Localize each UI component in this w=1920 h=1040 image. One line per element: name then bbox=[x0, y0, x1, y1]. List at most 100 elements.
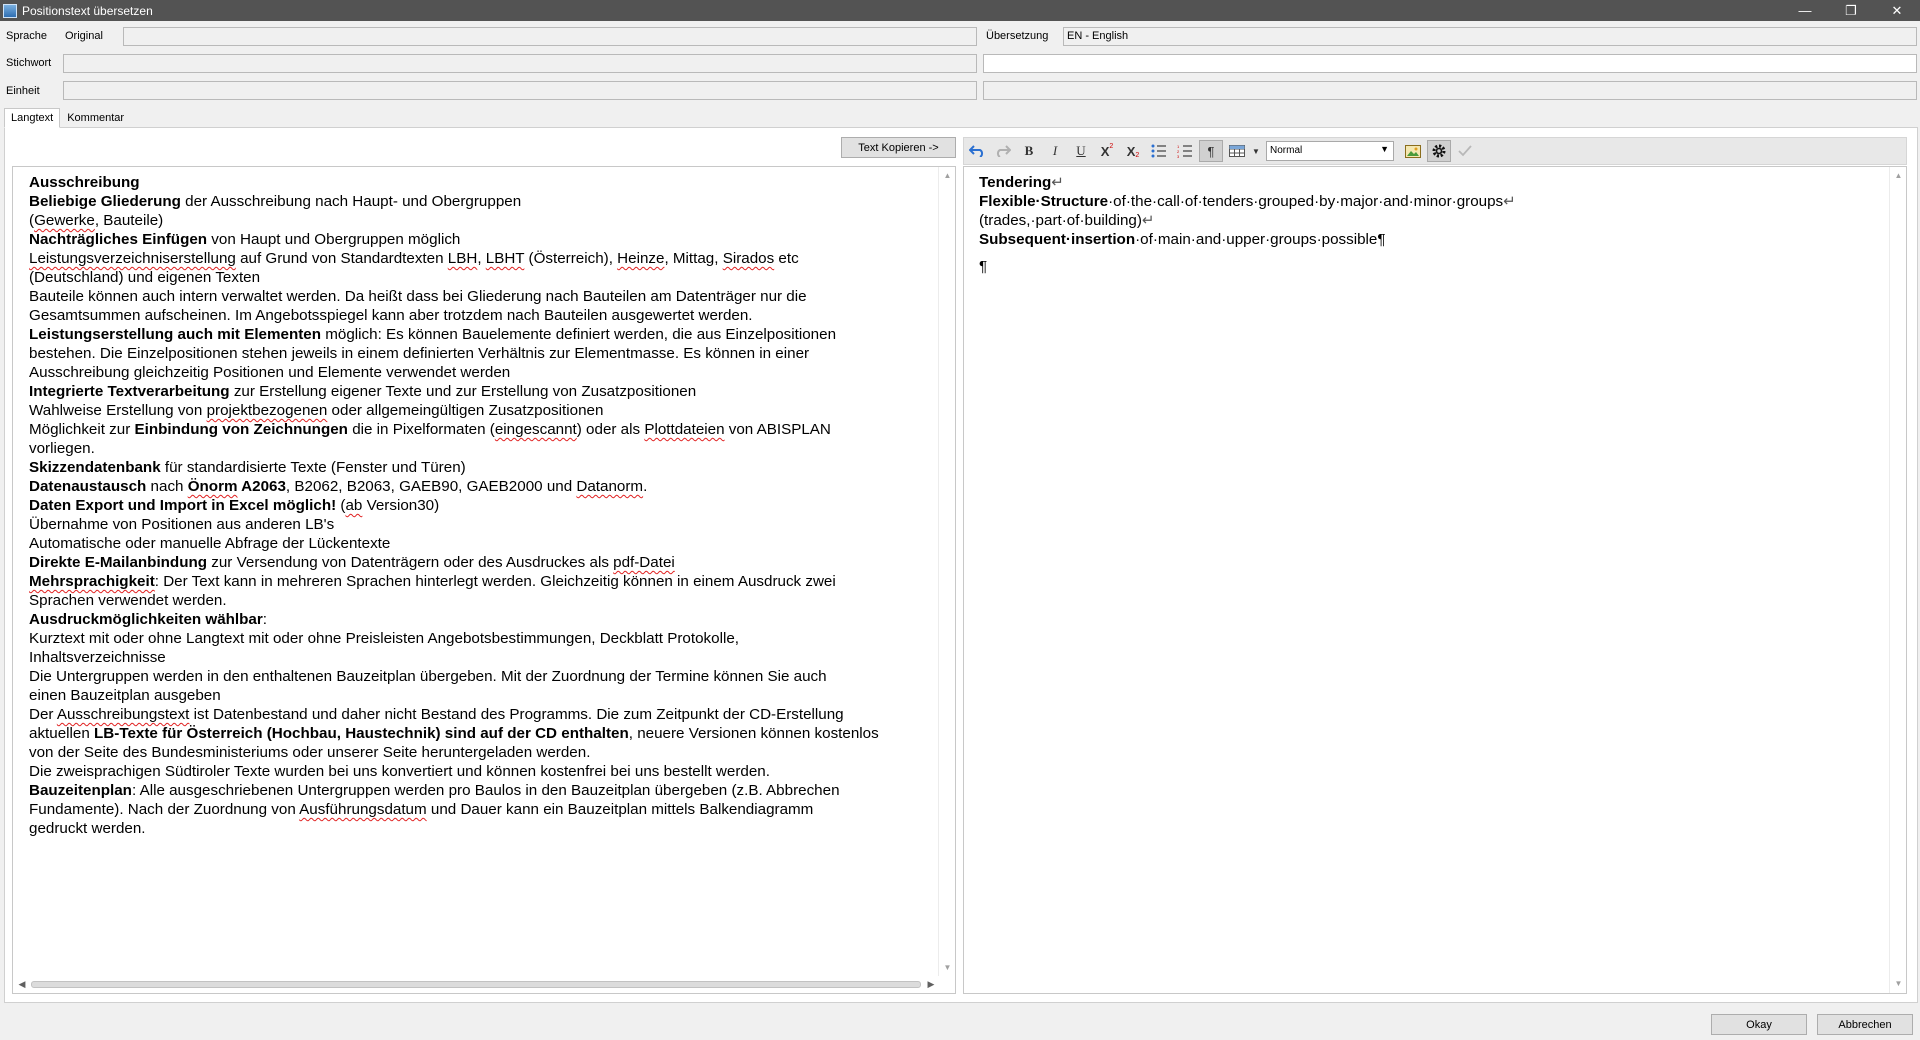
translation-vertical-scrollbar[interactable]: ▲ ▼ bbox=[1889, 167, 1906, 993]
text-run: der Ausschreibung nach Haupt- und Obergr… bbox=[180, 193, 522, 210]
text-run: zur Erstellung eigener Texte und zur Ers… bbox=[229, 383, 697, 400]
paragraph-style-value: Normal bbox=[1270, 145, 1303, 156]
text-line: Übernahme von Positionen aus anderen LB'… bbox=[29, 516, 335, 533]
bold-icon[interactable]: B bbox=[1017, 140, 1041, 162]
scroll-left-icon[interactable]: ◀ bbox=[15, 976, 29, 993]
scroll-up-icon[interactable]: ▲ bbox=[939, 169, 955, 183]
text-run: Integrierte Textverarbeitung bbox=[29, 383, 230, 400]
translation-text-editor[interactable]: Tendering↵ Flexible·Structure·of·the·cal… bbox=[963, 166, 1907, 994]
stichwort-label: Stichwort bbox=[6, 57, 52, 69]
tab-kommentar[interactable]: Kommentar bbox=[60, 108, 131, 128]
superscript-icon[interactable]: X2 bbox=[1095, 140, 1119, 162]
text-run: Flexible·Structure bbox=[979, 193, 1109, 210]
text-run: Leistungserstellung bbox=[29, 326, 174, 343]
text-run: nach bbox=[146, 478, 188, 495]
einheit-translation-input[interactable] bbox=[983, 81, 1917, 100]
gear-icon[interactable] bbox=[1427, 140, 1451, 162]
original-language-field[interactable] bbox=[123, 27, 977, 46]
text-run: . bbox=[643, 478, 648, 495]
text-run: , Mittag, bbox=[664, 250, 723, 267]
uebersetzung-label: Übersetzung bbox=[986, 30, 1049, 42]
text-run: Direkte E-Mailanbindung bbox=[29, 554, 208, 571]
show-formatting-marks-icon[interactable]: ¶ bbox=[1199, 140, 1223, 162]
spellcheck-icon[interactable] bbox=[1453, 140, 1477, 162]
original-horizontal-scrollbar[interactable]: ◀ ▶ bbox=[13, 976, 940, 993]
table-icon[interactable] bbox=[1225, 140, 1249, 162]
text-run: (Österreich), bbox=[524, 250, 618, 267]
restore-button[interactable]: ❐ bbox=[1828, 0, 1874, 21]
misspelled-word: Plottdateien bbox=[644, 421, 725, 438]
app-icon bbox=[3, 3, 17, 18]
tab-langtext[interactable]: Langtext bbox=[4, 108, 61, 128]
paragraph-mark: ¶ bbox=[1377, 231, 1386, 248]
original-text-editor[interactable]: Ausschreibung Beliebige Gliederung der A… bbox=[12, 166, 956, 994]
text-run: von Haupt und Obergruppen möglich bbox=[207, 231, 461, 248]
text-line: Bauteile können auch intern verwaltet we… bbox=[29, 288, 807, 305]
text-run: von ABISPLAN bbox=[724, 421, 831, 438]
window-controls: — ❐ ✕ bbox=[1782, 0, 1920, 21]
text-run: Beliebige Gliederung bbox=[29, 193, 181, 210]
undo-icon[interactable] bbox=[965, 140, 989, 162]
text-line: Gesamtsummen aufscheinen. Im Angebotsspi… bbox=[29, 307, 753, 324]
misspelled-word: ab bbox=[345, 497, 363, 514]
paragraph-style-select[interactable]: Normal ▼ bbox=[1266, 141, 1394, 161]
text-run: zur Versendung von Datenträgern oder des… bbox=[207, 554, 614, 571]
cancel-button[interactable]: Abbrechen bbox=[1817, 1014, 1913, 1035]
text-line: Die zweisprachigen Südtiroler Texte wurd… bbox=[29, 763, 770, 780]
text-line: Ausschreibung gleichzeitig Positionen un… bbox=[29, 364, 511, 381]
misspelled-word: Datanorm bbox=[576, 478, 644, 495]
misspelled-word: Önorm bbox=[187, 478, 238, 495]
stichwort-translation-input[interactable] bbox=[983, 54, 1917, 73]
misspelled-word: Heinze bbox=[617, 250, 665, 267]
original-vertical-scrollbar[interactable]: ▲ ▼ bbox=[938, 167, 955, 977]
table-dropdown-icon[interactable]: ▼ bbox=[1251, 140, 1261, 162]
insert-image-icon[interactable] bbox=[1401, 140, 1425, 162]
minimize-button[interactable]: — bbox=[1782, 0, 1828, 21]
einheit-original-field[interactable] bbox=[63, 81, 977, 100]
title-bar: Positionstext übersetzen — ❐ ✕ bbox=[0, 0, 1920, 21]
text-run: , Bauteile) bbox=[94, 212, 164, 229]
misspelled-word: Ausführungsdatum bbox=[299, 801, 427, 818]
text-line: einen Bauzeitplan ausgeben bbox=[29, 687, 221, 704]
text-line: Ausschreibung bbox=[29, 174, 140, 191]
translation-language-field[interactable]: EN - English bbox=[1063, 27, 1917, 46]
text-run: Tendering bbox=[979, 174, 1052, 191]
text-run: die in Pixelformaten ( bbox=[347, 421, 495, 438]
misspelled-word: pdf-Datei bbox=[613, 554, 675, 571]
italic-icon[interactable]: I bbox=[1043, 140, 1067, 162]
scroll-down-icon[interactable]: ▼ bbox=[1890, 977, 1906, 991]
scroll-right-icon[interactable]: ▶ bbox=[924, 976, 938, 993]
subscript-icon[interactable]: X2 bbox=[1121, 140, 1145, 162]
text-run: Wahlweise Erstellung von bbox=[29, 402, 207, 419]
misspelled-word: LBH bbox=[447, 250, 478, 267]
text-run: : bbox=[262, 611, 268, 628]
text-line: Kurztext mit oder ohne Langtext mit oder… bbox=[29, 630, 739, 647]
text-run: (trades,·part·of·building) bbox=[979, 212, 1142, 229]
line-break-mark: ↵ bbox=[1051, 174, 1065, 191]
misspelled-word: Gewerke bbox=[34, 212, 95, 229]
numbered-list-icon[interactable]: 123 bbox=[1173, 140, 1197, 162]
text-run: Der bbox=[29, 706, 57, 723]
text-run: Einbindung von Zeichnungen bbox=[134, 421, 348, 438]
redo-icon[interactable] bbox=[991, 140, 1015, 162]
close-button[interactable]: ✕ bbox=[1874, 0, 1920, 21]
line-break-mark: ↵ bbox=[1503, 193, 1516, 210]
underline-icon[interactable]: U bbox=[1069, 140, 1093, 162]
scroll-up-icon[interactable]: ▲ bbox=[1890, 169, 1906, 183]
text-line: Automatische oder manuelle Abfrage der L… bbox=[29, 535, 391, 552]
text-run: oder allgemeingültigen Zusatzpositionen bbox=[327, 402, 604, 419]
misspelled-word: projektbezogenen bbox=[206, 402, 328, 419]
text-run: Möglichkeit zur bbox=[29, 421, 135, 438]
okay-button[interactable]: Okay bbox=[1711, 1014, 1807, 1035]
bullet-list-icon[interactable] bbox=[1147, 140, 1171, 162]
stichwort-original-field[interactable] bbox=[63, 54, 977, 73]
text-run: auch mit Elementen bbox=[173, 326, 322, 343]
copy-text-button[interactable]: Text Kopieren -> bbox=[841, 137, 956, 158]
text-run: Skizzendatenbank bbox=[29, 459, 161, 476]
scroll-thumb[interactable] bbox=[31, 981, 921, 988]
misspelled-word: Sirados bbox=[722, 250, 775, 267]
text-run: und Dauer kann ein Bauzeitplan mittels B… bbox=[426, 801, 814, 818]
scroll-down-icon[interactable]: ▼ bbox=[939, 961, 955, 975]
original-text-content: Ausschreibung Beliebige Gliederung der A… bbox=[29, 173, 944, 838]
sprache-label: Sprache bbox=[6, 30, 47, 42]
